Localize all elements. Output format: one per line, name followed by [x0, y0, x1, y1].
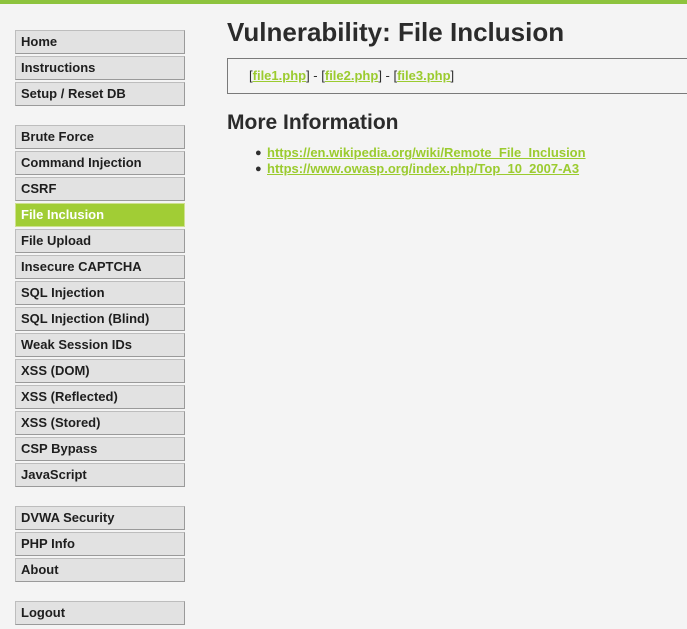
list-item: ● https://en.wikipedia.org/wiki/Remote_F…: [255, 145, 687, 161]
menu-item-csp-bypass[interactable]: CSP Bypass: [15, 437, 185, 461]
bullet-icon: ●: [255, 163, 262, 175]
file-links-box: [file1.php] - [file2.php] - [file3.php]: [227, 58, 687, 94]
bracket-close: ]: [450, 68, 455, 83]
menu-item-about[interactable]: About: [15, 558, 185, 582]
menu-item-xss-stored[interactable]: XSS (Stored): [15, 411, 185, 435]
file-separator-1: ] - [: [306, 68, 325, 83]
menu-item-command-injection[interactable]: Command Injection: [15, 151, 185, 175]
menu-item-setup-reset-db[interactable]: Setup / Reset DB: [15, 82, 185, 106]
menu-item-xss-dom[interactable]: XSS (DOM): [15, 359, 185, 383]
file3-link[interactable]: file3.php: [397, 68, 450, 83]
menu-group-logout: Logout: [15, 601, 185, 627]
menu-item-sql-injection[interactable]: SQL Injection: [15, 281, 185, 305]
menu-group-settings: DVWA Security PHP Info About: [15, 506, 185, 584]
menu-item-insecure-captcha[interactable]: Insecure CAPTCHA: [15, 255, 185, 279]
file2-link[interactable]: file2.php: [325, 68, 378, 83]
menu-item-instructions[interactable]: Instructions: [15, 56, 185, 80]
menu-item-xss-reflected[interactable]: XSS (Reflected): [15, 385, 185, 409]
menu-item-php-info[interactable]: PHP Info: [15, 532, 185, 556]
menu-group-main: Home Instructions Setup / Reset DB: [15, 30, 185, 108]
menu-item-dvwa-security[interactable]: DVWA Security: [15, 506, 185, 530]
list-item: ● https://www.owasp.org/index.php/Top_10…: [255, 161, 687, 177]
menu-item-logout[interactable]: Logout: [15, 601, 185, 625]
owasp-top10-link[interactable]: https://www.owasp.org/index.php/Top_10_2…: [267, 161, 579, 176]
menu-item-brute-force[interactable]: Brute Force: [15, 125, 185, 149]
page-title: Vulnerability: File Inclusion: [227, 17, 565, 47]
menu-item-file-upload[interactable]: File Upload: [15, 229, 185, 253]
menu-item-csrf[interactable]: CSRF: [15, 177, 185, 201]
more-info-heading: More Information: [227, 111, 399, 134]
menu-group-vulnerabilities: Brute Force Command Injection CSRF File …: [15, 125, 185, 489]
main-content: Vulnerability: File Inclusion [file1.php…: [227, 4, 687, 177]
menu-item-file-inclusion[interactable]: File Inclusion: [15, 203, 185, 227]
bullet-icon: ●: [255, 147, 262, 159]
menu-item-javascript[interactable]: JavaScript: [15, 463, 185, 487]
menu-item-sql-injection-blind[interactable]: SQL Injection (Blind): [15, 307, 185, 331]
file-separator-2: ] - [: [378, 68, 398, 83]
menu-item-weak-session-ids[interactable]: Weak Session IDs: [15, 333, 185, 357]
file1-link[interactable]: file1.php: [253, 68, 306, 83]
wikipedia-rfi-link[interactable]: https://en.wikipedia.org/wiki/Remote_Fil…: [267, 145, 586, 160]
menu-item-home[interactable]: Home: [15, 30, 185, 54]
more-info-list: ● https://en.wikipedia.org/wiki/Remote_F…: [227, 145, 687, 177]
